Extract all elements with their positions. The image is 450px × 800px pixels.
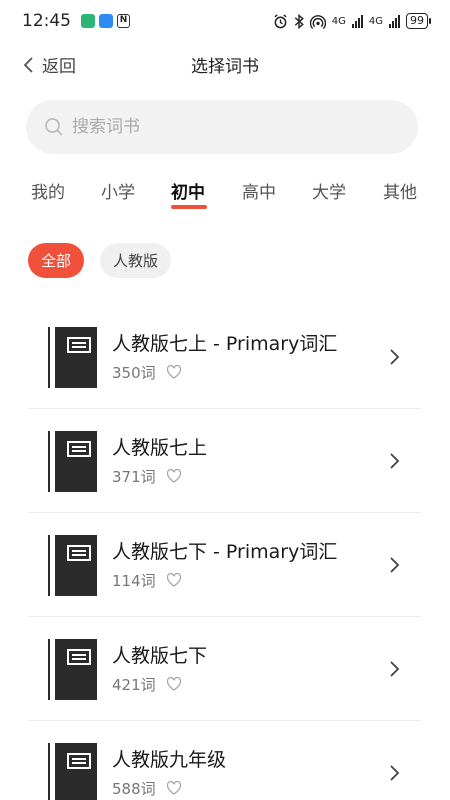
book-item[interactable]: 人教版七下 421词 bbox=[28, 617, 421, 721]
book-word-count: 371词 bbox=[112, 468, 156, 486]
battery-icon: 99 bbox=[406, 13, 431, 29]
status-bar: 12:45 N 4G 4G 99 bbox=[0, 0, 450, 42]
network-type-1: 4G bbox=[331, 15, 346, 27]
app-notification-icon bbox=[99, 14, 113, 28]
book-word-count: 421词 bbox=[112, 676, 156, 694]
tab-other[interactable]: 其他 bbox=[383, 178, 417, 203]
chevron-right-icon bbox=[390, 349, 400, 365]
notification-icons: N bbox=[81, 14, 130, 28]
filter-chips: 全部 人教版 bbox=[28, 243, 172, 278]
active-tab-indicator bbox=[171, 205, 207, 209]
book-cover-icon bbox=[50, 327, 97, 388]
book-word-count: 350词 bbox=[112, 364, 156, 382]
chevron-right-icon bbox=[390, 765, 400, 781]
chevron-right-icon bbox=[390, 661, 400, 677]
tab-university[interactable]: 大学 bbox=[312, 178, 346, 203]
category-tabs: 我的 小学 初中 高中 大学 其他 bbox=[0, 172, 450, 216]
search-input[interactable] bbox=[72, 117, 372, 137]
book-cover-icon bbox=[50, 639, 97, 700]
hotspot-icon bbox=[309, 14, 326, 29]
chip-all[interactable]: 全部 bbox=[28, 243, 85, 278]
tab-senior-high[interactable]: 高中 bbox=[242, 178, 276, 203]
tab-mine[interactable]: 我的 bbox=[31, 178, 65, 203]
book-title: 人教版七上 bbox=[112, 437, 208, 459]
heart-icon[interactable] bbox=[166, 780, 182, 796]
chevron-right-icon bbox=[390, 557, 400, 573]
heart-icon[interactable] bbox=[166, 572, 182, 588]
book-item[interactable]: 人教版七上 - Primary词汇 350词 bbox=[28, 305, 421, 409]
app-notification-icon bbox=[81, 14, 95, 28]
status-time: 12:45 bbox=[22, 11, 71, 31]
book-title: 人教版七下 - Primary词汇 bbox=[112, 541, 338, 563]
chevron-right-icon bbox=[390, 453, 400, 469]
alarm-icon bbox=[274, 13, 287, 28]
book-title: 人教版七下 bbox=[112, 645, 208, 667]
heart-icon[interactable] bbox=[166, 468, 182, 484]
book-item[interactable]: 人教版七下 - Primary词汇 114词 bbox=[28, 513, 421, 617]
book-title: 人教版九年级 bbox=[112, 749, 227, 771]
search-icon bbox=[45, 118, 63, 136]
search-bar[interactable] bbox=[26, 100, 418, 154]
chip-pep[interactable]: 人教版 bbox=[100, 243, 172, 278]
bluetooth-icon bbox=[294, 13, 304, 29]
book-word-count: 588词 bbox=[112, 780, 156, 798]
network-type-2: 4G bbox=[368, 15, 383, 27]
book-item[interactable]: 人教版九年级 588词 bbox=[28, 721, 421, 800]
header: 返回 选择词书 bbox=[0, 42, 450, 88]
book-list: 人教版七上 - Primary词汇 350词 人教版七上 371词 人教版七下 … bbox=[28, 305, 421, 800]
heart-icon[interactable] bbox=[166, 364, 182, 380]
book-cover-icon bbox=[50, 743, 97, 800]
heart-icon[interactable] bbox=[166, 676, 182, 692]
page-title: 选择词书 bbox=[191, 57, 259, 77]
book-word-count: 114词 bbox=[112, 572, 156, 590]
tab-junior-high[interactable]: 初中 bbox=[171, 178, 205, 203]
tab-primary[interactable]: 小学 bbox=[101, 178, 135, 203]
book-cover-icon bbox=[50, 431, 97, 492]
nfc-icon: N bbox=[117, 14, 130, 28]
signal-icon bbox=[351, 14, 363, 28]
status-right: 4G 4G 99 bbox=[273, 13, 431, 29]
book-item[interactable]: 人教版七上 371词 bbox=[28, 409, 421, 513]
book-title: 人教版七上 - Primary词汇 bbox=[112, 333, 338, 355]
book-cover-icon bbox=[50, 535, 97, 596]
signal-icon bbox=[389, 14, 400, 28]
